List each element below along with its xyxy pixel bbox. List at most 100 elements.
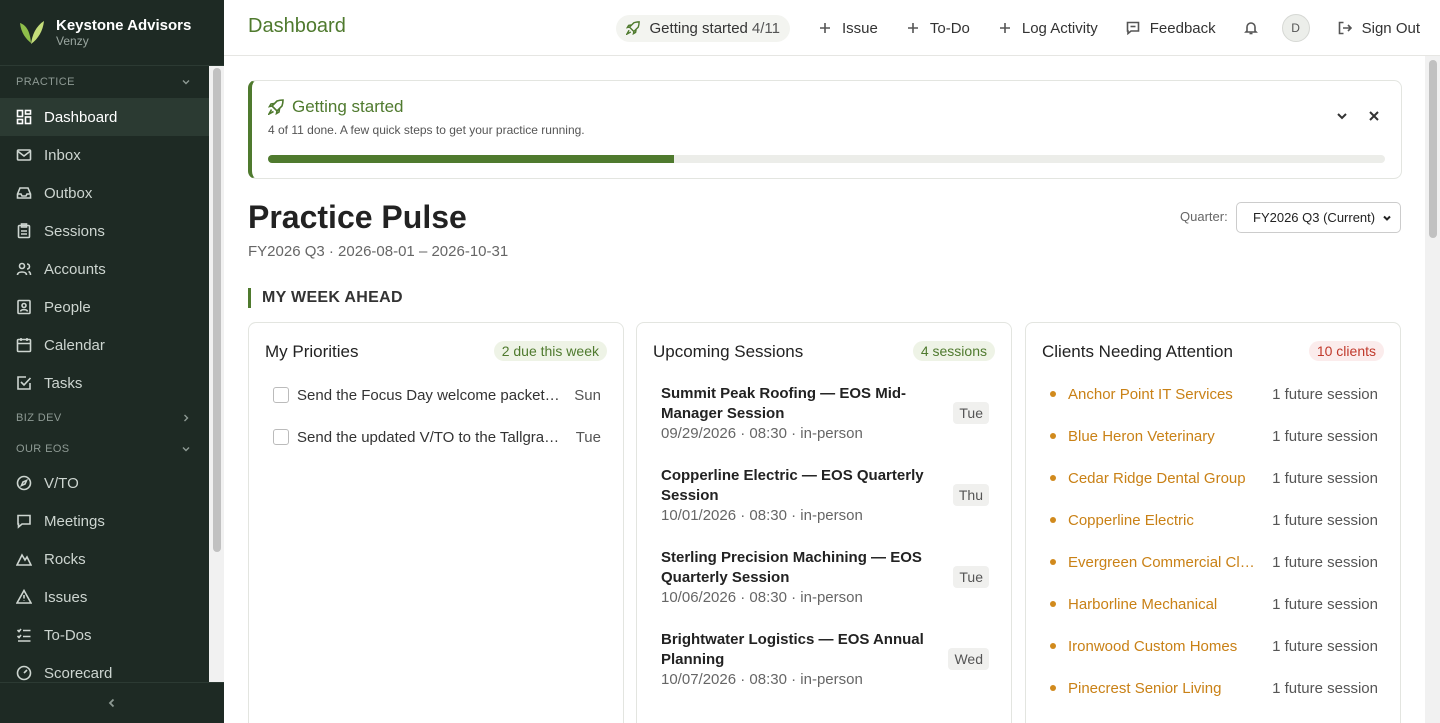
session-title: Sterling Precision Machining — EOS Quart… xyxy=(661,549,922,586)
chevron-right-icon xyxy=(184,414,189,422)
sidebar-item-label: Rocks xyxy=(44,550,86,568)
sidebar-item-sessions[interactable]: Sessions xyxy=(0,212,209,250)
main-scroll-thumb[interactable] xyxy=(1429,60,1437,238)
clients-title: Clients Needing Attention xyxy=(1042,342,1233,361)
sidebar-item-people[interactable]: People xyxy=(0,288,209,326)
chevron-down-icon xyxy=(1383,215,1391,221)
session-item[interactable]: Summit Peak Roofing — EOS Mid-Manager Se… xyxy=(661,384,989,444)
add-issue-button[interactable]: Issue xyxy=(818,20,878,37)
sessions-panel: Upcoming Sessions 4 sessions Summit Peak… xyxy=(636,322,1012,723)
gauge-icon xyxy=(16,665,32,681)
notifications-button[interactable] xyxy=(1243,21,1258,35)
getting-started-card-title: Getting started xyxy=(268,97,404,117)
priority-checkbox[interactable] xyxy=(273,429,289,445)
client-item[interactable]: Harborline Mechanical 1 future session xyxy=(1050,594,1378,614)
calendar-icon xyxy=(16,338,32,353)
client-name-link[interactable]: Cedar Ridge Dental Group xyxy=(1068,470,1260,487)
add-todo-label: To-Do xyxy=(929,19,970,37)
brand[interactable]: Keystone Advisors Venzy xyxy=(0,0,224,66)
sidebar-scroll-thumb[interactable] xyxy=(213,68,221,552)
getting-started-label: Getting started xyxy=(649,19,748,37)
client-name-link[interactable]: Anchor Point IT Services xyxy=(1068,386,1260,403)
sidebar-item-todos[interactable]: To-Dos xyxy=(0,616,209,654)
plus-icon xyxy=(820,23,830,33)
client-name-link[interactable]: Blue Heron Veterinary xyxy=(1068,428,1260,445)
sign-out-icon xyxy=(1338,21,1352,35)
sidebar-item-inbox[interactable]: Inbox xyxy=(0,136,209,174)
client-item[interactable]: Anchor Point IT Services 1 future sessio… xyxy=(1050,384,1378,404)
client-name-link[interactable]: Harborline Mechanical xyxy=(1068,596,1260,613)
priority-item[interactable]: Send the updated V/TO to the Tallgrass F… xyxy=(273,427,601,447)
client-item[interactable]: Pinecrest Senior Living 1 future session xyxy=(1050,678,1378,698)
week-ahead-heading: MY WEEK AHEAD xyxy=(248,288,403,308)
status-dot xyxy=(1050,601,1056,607)
session-title: Brightwater Logistics — EOS Annual Plann… xyxy=(661,631,924,668)
client-status: 1 future session xyxy=(1272,385,1378,403)
add-issue-label: Issue xyxy=(842,19,878,37)
priority-checkbox[interactable] xyxy=(273,387,289,403)
sign-out-button[interactable]: Sign Out xyxy=(1338,20,1420,37)
client-item[interactable]: Evergreen Commercial Cleaning 1 future s… xyxy=(1050,552,1378,572)
client-item[interactable]: Ironwood Custom Homes 1 future session xyxy=(1050,636,1378,656)
sidebar-item-label: Meetings xyxy=(44,512,105,530)
sidebar-item-meetings[interactable]: Meetings xyxy=(0,502,209,540)
client-name-link[interactable]: Pinecrest Senior Living xyxy=(1068,680,1260,697)
priority-text[interactable]: Send the updated V/TO to the Tallgrass F… xyxy=(297,429,564,446)
getting-started-progress-fill xyxy=(268,155,675,163)
sidebar-item-label: V/TO xyxy=(44,474,79,492)
sidebar-item-vto[interactable]: V/TO xyxy=(0,464,209,502)
sidebar-item-label: To-Dos xyxy=(44,626,92,644)
priority-text[interactable]: Send the Focus Day welcome packet to the… xyxy=(297,387,562,404)
session-meta: 09/29/2026 · 08:30 · in-person xyxy=(661,425,863,442)
client-status: 1 future session xyxy=(1272,637,1378,655)
feedback-button[interactable]: Feedback xyxy=(1126,20,1216,37)
client-item[interactable]: Copperline Electric 1 future session xyxy=(1050,510,1378,530)
sidebar-item-outbox[interactable]: Outbox xyxy=(0,174,209,212)
session-item[interactable]: Copperline Electric — EOS Quarterly Sess… xyxy=(661,466,989,526)
sidebar-item-scorecard[interactable]: Scorecard xyxy=(0,654,209,682)
rocket-icon xyxy=(625,21,640,35)
main-scrollbar[interactable] xyxy=(1425,56,1440,723)
sidebar-item-issues[interactable]: Issues xyxy=(0,578,209,616)
client-name-link[interactable]: Evergreen Commercial Cleaning xyxy=(1068,554,1260,571)
sidebar-item-calendar[interactable]: Calendar xyxy=(0,326,209,364)
client-status: 1 future session xyxy=(1272,427,1378,445)
users-icon xyxy=(16,262,32,276)
session-meta: 10/06/2026 · 08:30 · in-person xyxy=(661,589,863,606)
log-activity-label: Log Activity xyxy=(1021,19,1098,37)
section-oureos[interactable]: OUR EOS xyxy=(0,434,209,464)
session-item[interactable]: Sterling Precision Machining — EOS Quart… xyxy=(661,548,989,608)
priorities-badge: 2 due this week xyxy=(493,341,607,361)
dashboard-icon xyxy=(16,109,32,125)
sidebar-item-dashboard[interactable]: Dashboard xyxy=(0,98,209,136)
mountain-icon xyxy=(16,553,32,566)
collapse-sidebar-button[interactable] xyxy=(0,682,224,723)
getting-started-button[interactable]: Getting started 4/11 xyxy=(615,14,790,42)
list-icon xyxy=(16,628,31,642)
avatar[interactable]: D xyxy=(1281,14,1310,42)
clients-badge: 10 clients xyxy=(1308,341,1384,361)
chevron-down-icon[interactable] xyxy=(1335,109,1349,123)
priority-item[interactable]: Send the Focus Day welcome packet to the… xyxy=(273,385,601,405)
section-bizdev[interactable]: BIZ DEV xyxy=(0,402,209,434)
client-name-link[interactable]: Ironwood Custom Homes xyxy=(1068,638,1260,655)
session-item[interactable]: Brightwater Logistics — EOS Annual Plann… xyxy=(661,630,989,690)
add-todo-button[interactable]: To-Do xyxy=(906,20,970,37)
section-practice[interactable]: PRACTICE xyxy=(0,66,209,98)
client-name-link[interactable]: Copperline Electric xyxy=(1068,512,1260,529)
client-item[interactable]: Cedar Ridge Dental Group 1 future sessio… xyxy=(1050,468,1378,488)
getting-started-card-subtitle: 4 of 11 done. A few quick steps to get y… xyxy=(268,123,585,137)
section-practice-label: PRACTICE xyxy=(16,76,75,88)
practice-pulse-title: Practice Pulse xyxy=(248,199,467,235)
getting-started-card: Getting started 4 of 11 done. A few quic… xyxy=(248,80,1402,179)
quarter-select[interactable]: FY2026 Q3 (Current) xyxy=(1236,202,1401,233)
log-activity-button[interactable]: Log Activity xyxy=(998,20,1098,37)
sidebar-item-rocks[interactable]: Rocks xyxy=(0,540,209,578)
clipboard-icon xyxy=(17,223,31,239)
close-icon[interactable] xyxy=(1367,109,1381,123)
quarter-select-value: FY2026 Q3 (Current) xyxy=(1253,210,1376,225)
sidebar-item-tasks[interactable]: Tasks xyxy=(0,364,209,402)
client-item[interactable]: Blue Heron Veterinary 1 future session xyxy=(1050,426,1378,446)
sidebar-item-accounts[interactable]: Accounts xyxy=(0,250,209,288)
sidebar-scrollbar[interactable] xyxy=(209,66,224,682)
